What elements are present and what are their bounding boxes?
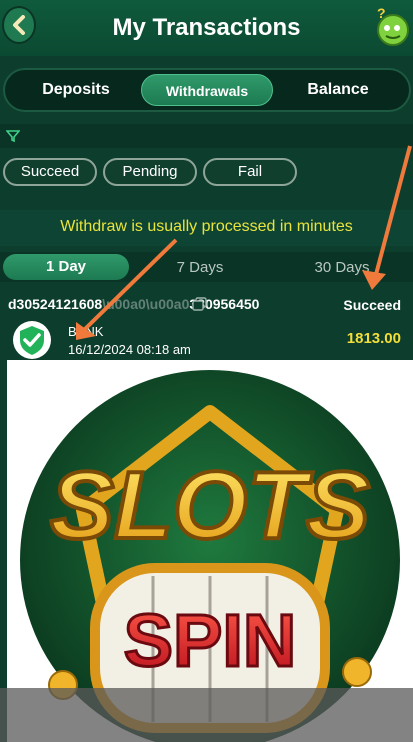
filter-row	[0, 124, 413, 148]
svg-text:?: ?	[377, 5, 386, 21]
copy-icon[interactable]	[192, 297, 208, 311]
payment-method: BANK	[68, 324, 104, 339]
tab-deposits[interactable]: Deposits	[11, 74, 141, 106]
range-1-day[interactable]: 1 Day	[3, 254, 129, 280]
status-filter-chips: Succeed Pending Fail	[3, 158, 297, 186]
tab-balance[interactable]: Balance	[273, 74, 403, 106]
filter-chip-fail[interactable]: Fail	[203, 158, 297, 186]
bottom-overlay	[0, 688, 413, 742]
promo-line-1: SLOTS	[50, 452, 370, 559]
date-range-tabs: 1 Day 7 Days 30 Days	[0, 252, 413, 282]
shield-check-icon	[13, 321, 51, 359]
transaction-id: d30524121608\u00a0\u00a0380956450	[8, 296, 260, 312]
range-7-days[interactable]: 7 Days	[129, 259, 271, 276]
transaction-amount: 1813.00	[346, 330, 401, 347]
slots-spin-promo-image: SLOTS SPIN	[7, 360, 413, 742]
chevron-left-icon	[13, 15, 25, 35]
promo-line-2: SPIN	[124, 599, 297, 682]
transaction-status: Succeed	[343, 297, 401, 313]
page-title: My Transactions	[112, 14, 301, 41]
help-mascot-icon[interactable]: ?	[371, 4, 409, 48]
app-header: My Transactions ?	[0, 0, 413, 56]
filter-chip-pending[interactable]: Pending	[103, 158, 197, 186]
tab-withdrawals[interactable]: Withdrawals	[141, 74, 273, 106]
filter-chip-succeed[interactable]: Succeed	[3, 158, 97, 186]
transaction-id-start: d30524121608	[8, 296, 103, 312]
slots-spin-logo: SLOTS SPIN	[20, 370, 400, 742]
filter-icon[interactable]	[5, 129, 21, 143]
back-button[interactable]	[2, 6, 36, 44]
withdraw-notice: Withdraw is usually processed in minutes	[0, 210, 413, 246]
transaction-type-tabs: Deposits Withdrawals Balance	[3, 68, 411, 112]
transaction-date: 16/12/2024 08:18 am	[68, 342, 191, 357]
transaction-row[interactable]: d30524121608\u00a0\u00a0380956450 Succee…	[0, 288, 413, 360]
range-30-days[interactable]: 30 Days	[271, 259, 413, 276]
